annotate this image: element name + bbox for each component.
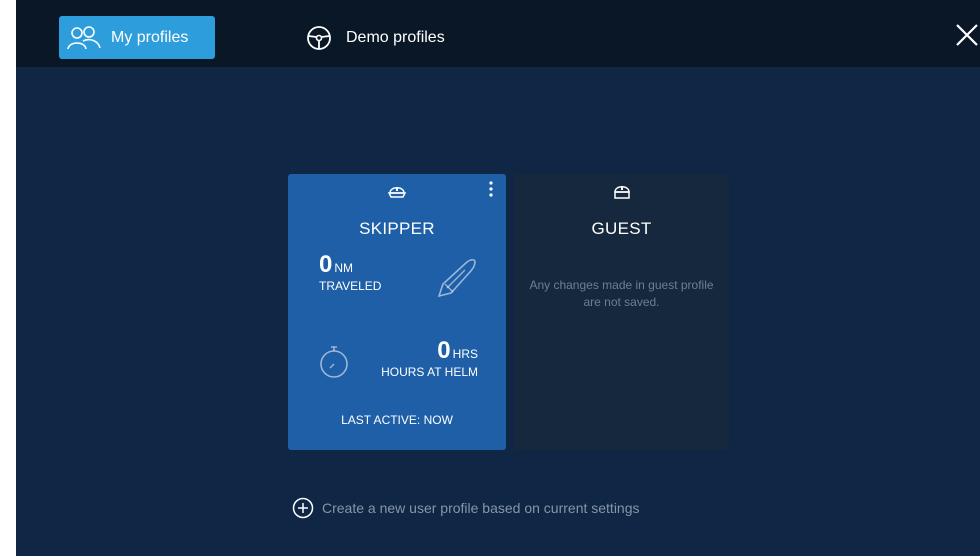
hours-unit: HRS	[452, 347, 478, 361]
guest-note: Any changes made in guest profile are no…	[529, 278, 714, 309]
profile-card-skipper[interactable]: SKIPPER 0 NM TRAVELED 0 HRS HOURS AT HELM …	[288, 174, 506, 450]
top-bar: My profiles Demo profiles	[16, 0, 980, 67]
distance-unit: NM	[334, 261, 354, 275]
steering-wheel-icon	[302, 24, 336, 52]
create-profile-label: Create a new user profile based on curre…	[322, 500, 640, 516]
distance-label: TRAVELED	[319, 279, 382, 293]
more-options-icon[interactable]	[486, 179, 496, 199]
hours-stat: 0 HRS HOURS AT HELM	[381, 337, 478, 379]
close-icon	[956, 24, 978, 46]
close-button[interactable]	[954, 22, 980, 48]
tab-demo-profiles-label: Demo profiles	[346, 28, 445, 46]
profiles-screen: My profiles Demo profiles SKIPPER 0 NM T…	[16, 0, 980, 556]
hours-label: HOURS AT HELM	[381, 365, 478, 379]
last-active: LAST ACTIVE: NOW	[341, 413, 453, 427]
profile-card-guest[interactable]: GUEST Any changes made in guest profile …	[514, 174, 729, 450]
create-profile-button[interactable]: Create a new user profile based on curre…	[292, 497, 640, 519]
profile-name: SKIPPER	[359, 219, 435, 238]
stopwatch-icon	[320, 346, 348, 378]
tab-my-profiles[interactable]: My profiles	[59, 16, 215, 59]
distance-stat: 0 NM TRAVELED	[319, 251, 381, 293]
profile-name: GUEST	[591, 219, 652, 238]
tab-my-profiles-label: My profiles	[111, 28, 189, 46]
tab-demo-profiles[interactable]: Demo profiles	[298, 16, 518, 59]
distance-value: 0	[319, 251, 333, 278]
hours-value: 0	[437, 337, 451, 364]
add-circle-icon	[292, 497, 314, 519]
guest-hat-icon	[613, 186, 630, 199]
users-icon	[67, 24, 101, 52]
captain-hat-icon	[387, 187, 407, 198]
boat-icon	[437, 258, 476, 298]
